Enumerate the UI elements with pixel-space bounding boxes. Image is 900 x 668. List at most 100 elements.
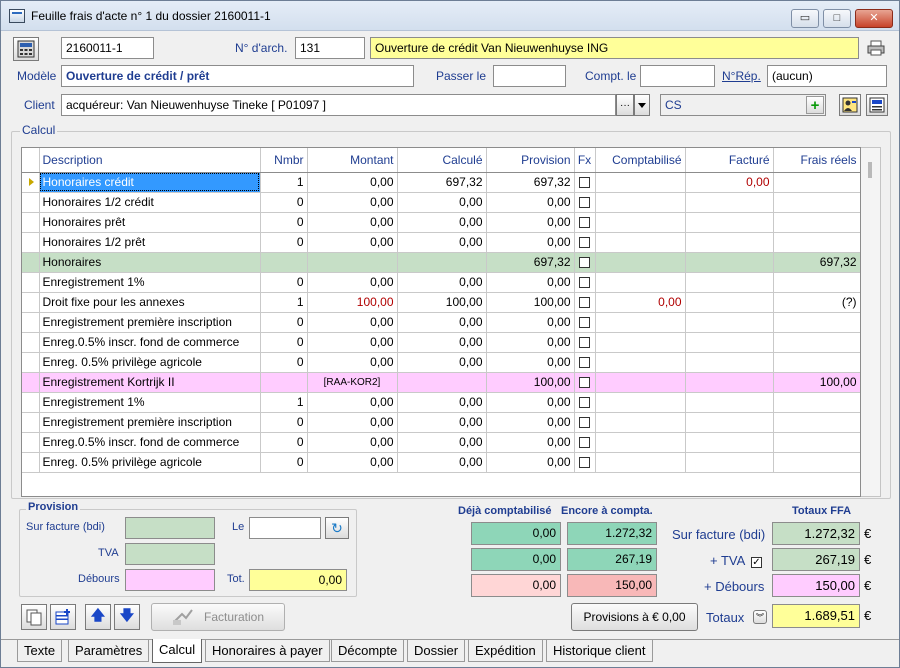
grid-cell-nmbr[interactable]: 0	[260, 312, 308, 333]
grid-cell-nmbr[interactable]: 0	[260, 332, 308, 353]
grid-cell-montant[interactable]: 0,00	[307, 212, 398, 233]
grid-cell-calcule[interactable]: 0,00	[397, 432, 487, 453]
grid-cell-fx[interactable]	[574, 352, 596, 373]
grid-cell-description[interactable]: Enregistrement 1%	[39, 392, 261, 413]
add-client-button[interactable]: +	[806, 96, 824, 114]
prov-tva-field[interactable]	[125, 543, 215, 565]
nrep-field[interactable]: (aucun)	[767, 65, 887, 87]
grid-cell-provision[interactable]: 0,00	[486, 212, 575, 233]
tva-checkbox[interactable]	[751, 555, 762, 569]
grid-cell-frais-reels[interactable]	[773, 352, 860, 373]
row-indicator[interactable]	[22, 272, 40, 293]
refresh-button[interactable]: ↻	[325, 517, 349, 539]
grid-cell-frais-reels[interactable]	[773, 432, 860, 453]
grid-cell-montant[interactable]: [RAA-KOR2]	[307, 372, 398, 393]
grid-cell-description[interactable]: Honoraires crédit	[39, 172, 261, 193]
grid-cell-nmbr[interactable]	[260, 372, 308, 393]
grid-cell-fx[interactable]	[574, 452, 596, 473]
grid-cell-description[interactable]: Honoraires 1/2 prêt	[39, 232, 261, 253]
grid-cell-comptabilise[interactable]	[595, 232, 686, 253]
grid-cell-fx[interactable]	[574, 232, 596, 253]
grid-cell-facture[interactable]	[685, 252, 774, 273]
grid-cell-provision[interactable]: 0,00	[486, 312, 575, 333]
grid-cell-montant[interactable]: 0,00	[307, 392, 398, 413]
client-dropdown-button[interactable]	[634, 94, 650, 116]
grid-row[interactable]: Honoraires 1/2 crédit 0 0,00 0,00 0,00	[22, 192, 860, 213]
grid-cell-facture[interactable]	[685, 412, 774, 433]
grid-row[interactable]: Enregistrement première inscription 0 0,00…	[22, 412, 860, 433]
grid-cell-frais-reels[interactable]	[773, 392, 860, 413]
grid-cell-calcule[interactable]: 0,00	[397, 412, 487, 433]
nrep-label[interactable]: N°Rép.	[722, 69, 761, 83]
grid-cell-nmbr[interactable]: 0	[260, 232, 308, 253]
row-indicator[interactable]	[22, 252, 40, 273]
grid-cell-calcule[interactable]: 0,00	[397, 352, 487, 373]
grid-cell-fx[interactable]	[574, 392, 596, 413]
grid-row[interactable]: Enregistrement première inscription 0 0,00…	[22, 312, 860, 333]
grid-cell-fx[interactable]	[574, 212, 596, 233]
col-header-provision[interactable]: Provision	[486, 148, 575, 173]
grid-cell-montant[interactable]: 0,00	[307, 272, 398, 293]
grid-cell-calcule[interactable]: 0,00	[397, 232, 487, 253]
grid-cell-facture[interactable]	[685, 352, 774, 373]
grid-cell-facture[interactable]	[685, 452, 774, 473]
tab-parametres[interactable]: Paramètres	[68, 640, 150, 662]
row-indicator[interactable]	[22, 332, 40, 353]
col-header-montant[interactable]: Montant	[307, 148, 398, 173]
grid-row[interactable]: Droit fixe pour les annexes 1 100,00 100,00…	[22, 292, 860, 313]
grid-cell-calcule[interactable]: 0,00	[397, 192, 487, 213]
col-header-facture[interactable]: Facturé	[685, 148, 774, 173]
grid-cell-facture[interactable]	[685, 212, 774, 233]
tab-expedition[interactable]: Expédition	[468, 640, 543, 662]
grid-cell-montant[interactable]: 0,00	[307, 192, 398, 213]
compt-date-field[interactable]	[640, 65, 715, 87]
grid-cell-provision[interactable]: 0,00	[486, 232, 575, 253]
grid-cell-calcule[interactable]: 0,00	[397, 312, 487, 333]
row-indicator[interactable]	[22, 192, 40, 213]
grid-cell-frais-reels[interactable]	[773, 452, 860, 473]
grid-cell-comptabilise[interactable]	[595, 452, 686, 473]
grid-cell-description[interactable]: Enreg. 0.5% privilège agricole	[39, 352, 261, 373]
tab-texte[interactable]: Texte	[17, 640, 63, 662]
grid-cell-nmbr[interactable]: 0	[260, 272, 308, 293]
dossier-number-field[interactable]: 2160011-1	[61, 37, 154, 59]
row-indicator[interactable]	[22, 412, 40, 433]
grid-cell-nmbr[interactable]: 0	[260, 452, 308, 473]
grid-cell-calcule[interactable]: 0,00	[397, 272, 487, 293]
grid-cell-calcule[interactable]: 0,00	[397, 392, 487, 413]
modele-field[interactable]: Ouverture de crédit / prêt	[61, 65, 414, 87]
grid-row[interactable]: Honoraires prêt 0 0,00 0,00 0,00	[22, 212, 860, 233]
grid-cell-comptabilise[interactable]: 0,00	[595, 292, 686, 313]
grid-cell-nmbr[interactable]: 1	[260, 392, 308, 413]
grid-cell-provision[interactable]: 697,32	[486, 172, 575, 193]
grid-cell-frais-reels[interactable]	[773, 232, 860, 253]
grid-cell-facture[interactable]	[685, 332, 774, 353]
row-indicator[interactable]	[22, 392, 40, 413]
col-header-comptabilise[interactable]: Comptabilisé	[595, 148, 686, 173]
client-field[interactable]: acquéreur: Van Nieuwenhuyse Tineke [ P01…	[61, 94, 616, 116]
col-header-description[interactable]: Description	[39, 148, 261, 173]
grid-cell-comptabilise[interactable]	[595, 212, 686, 233]
row-indicator[interactable]	[22, 292, 40, 313]
print-icon[interactable]	[865, 37, 887, 59]
grid-row[interactable]: Enregistrement Kortrijk II [RAA-KOR2] 100,…	[22, 372, 860, 393]
grid-cell-comptabilise[interactable]	[595, 252, 686, 273]
grid-cell-frais-reels[interactable]	[773, 212, 860, 233]
grid-cell-provision[interactable]: 100,00	[486, 372, 575, 393]
grid-cell-comptabilise[interactable]	[595, 312, 686, 333]
grid-cell-comptabilise[interactable]	[595, 392, 686, 413]
grid-cell-facture[interactable]	[685, 372, 774, 393]
row-indicator[interactable]	[22, 312, 40, 333]
calculator-icon[interactable]	[13, 37, 39, 61]
grid-cell-fx[interactable]	[574, 312, 596, 333]
grid-cell-facture[interactable]	[685, 272, 774, 293]
prov-sur-facture-field[interactable]	[125, 517, 215, 539]
grid-cell-facture[interactable]	[685, 192, 774, 213]
grid-cell-frais-reels[interactable]: 100,00	[773, 372, 860, 393]
grid-cell-frais-reels[interactable]	[773, 312, 860, 333]
grid-cell-montant[interactable]: 0,00	[307, 172, 398, 193]
grid-cell-facture[interactable]	[685, 312, 774, 333]
add-line-button[interactable]	[50, 604, 76, 630]
grid-cell-frais-reels[interactable]: (?)	[773, 292, 860, 313]
grid-cell-montant[interactable]	[307, 252, 398, 273]
